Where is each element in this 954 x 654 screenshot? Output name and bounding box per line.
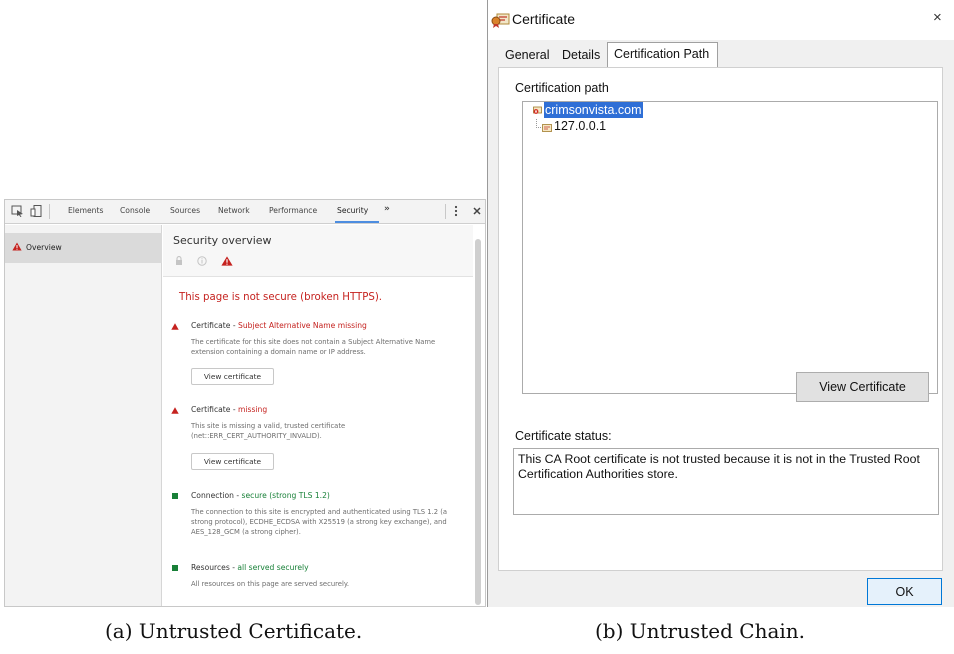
more-tabs-button[interactable]: » (384, 204, 390, 214)
security-sidebar: Overview (5, 225, 162, 606)
secure-indicator-icon (172, 565, 178, 571)
explanation-resources: Resources - all served securely All reso… (171, 563, 471, 593)
certificate-dialog: Certificate × General Details Certificat… (487, 0, 954, 607)
certification-path-panel: Certification path crimsonvista.com 127.… (498, 67, 943, 571)
active-tab-indicator (335, 221, 379, 223)
caption-a: (a) Untrusted Certificate. (105, 619, 363, 643)
security-overview-header: Security overview (163, 225, 473, 277)
view-certificate-button[interactable]: View Certificate (796, 372, 929, 402)
tab-sources[interactable]: Sources (170, 206, 200, 215)
certificate-status-box: This CA Root certificate is not trusted … (513, 448, 939, 515)
explanation-description: The connection to this site is encrypted… (191, 508, 448, 536)
inspect-element-icon[interactable] (11, 205, 24, 217)
dialog-border (487, 0, 488, 607)
view-certificate-button[interactable]: View certificate (191, 453, 274, 470)
explanation-title: Certificate - missing (191, 405, 268, 414)
scrollbar[interactable] (475, 239, 481, 605)
security-summary: This page is not secure (broken HTTPS). (179, 292, 383, 303)
tab-general[interactable]: General (505, 43, 549, 67)
warning-icon (12, 242, 22, 251)
tab-details[interactable]: Details (562, 43, 600, 67)
more-options-icon[interactable] (453, 205, 459, 217)
explanation-description: The certificate for this site does not c… (191, 338, 436, 356)
toolbar-separator (445, 204, 446, 219)
tab-performance[interactable]: Performance (269, 206, 317, 215)
close-button[interactable]: × (933, 9, 942, 26)
lock-icon (176, 256, 182, 265)
certification-path-tree[interactable]: crimsonvista.com 127.0.0.1 (522, 101, 938, 394)
close-devtools-icon[interactable] (472, 205, 482, 217)
warning-icon (221, 256, 233, 266)
tab-elements[interactable]: Elements (68, 206, 103, 215)
explanation-certificate-missing: Certificate - missing This site is missi… (171, 405, 471, 475)
certificate-error-icon (533, 106, 542, 114)
devtools-window: Elements Console Sources Network Perform… (4, 199, 486, 607)
dialog-title: Certificate (512, 11, 576, 27)
toolbar-separator (49, 204, 50, 219)
tree-node-child[interactable]: 127.0.0.1 (554, 119, 606, 133)
ok-button[interactable]: OK (867, 578, 942, 605)
explanation-title: Certificate - Subject Alternative Name m… (191, 321, 367, 330)
device-toolbar-icon[interactable] (30, 205, 43, 217)
sidebar-item-overview[interactable]: Overview (5, 233, 162, 263)
explanation-certificate-san: Certificate - Subject Alternative Name m… (171, 321, 471, 391)
view-certificate-button[interactable]: View certificate (191, 368, 274, 385)
tab-security[interactable]: Security (337, 206, 368, 215)
tree-node-label: crimsonvista.com (544, 102, 643, 118)
warning-icon (171, 407, 179, 414)
warning-icon (171, 323, 179, 330)
explanation-title: Connection - secure (strong TLS 1.2) (191, 491, 330, 500)
explanation-title: Resources - all served securely (191, 563, 309, 572)
devtools-toolbar: Elements Console Sources Network Perform… (5, 200, 485, 224)
certificate-icon (542, 124, 552, 132)
explanation-connection: Connection - secure (strong TLS 1.2) The… (171, 491, 471, 547)
certificate-status-label: Certificate status: (515, 429, 612, 443)
certificate-icon (491, 13, 510, 28)
tab-console[interactable]: Console (120, 206, 150, 215)
explanation-description: This site is missing a valid, trusted ce… (191, 422, 346, 440)
caption-b: (b) Untrusted Chain. (595, 619, 806, 643)
info-icon (197, 256, 207, 266)
certificate-status-text: This CA Root certificate is not trusted … (518, 452, 920, 481)
certification-path-label: Certification path (515, 81, 609, 95)
sidebar-item-label: Overview (26, 243, 62, 252)
security-main-panel: Security overview This page is not secur… (163, 225, 485, 606)
dialog-titlebar: Certificate × (488, 0, 954, 40)
security-overview-title: Security overview (173, 234, 272, 247)
secure-indicator-icon (172, 493, 178, 499)
tab-certification-path[interactable]: Certification Path (607, 42, 719, 68)
explanation-description: All resources on this page are served se… (191, 580, 350, 588)
tab-network[interactable]: Network (218, 206, 250, 215)
